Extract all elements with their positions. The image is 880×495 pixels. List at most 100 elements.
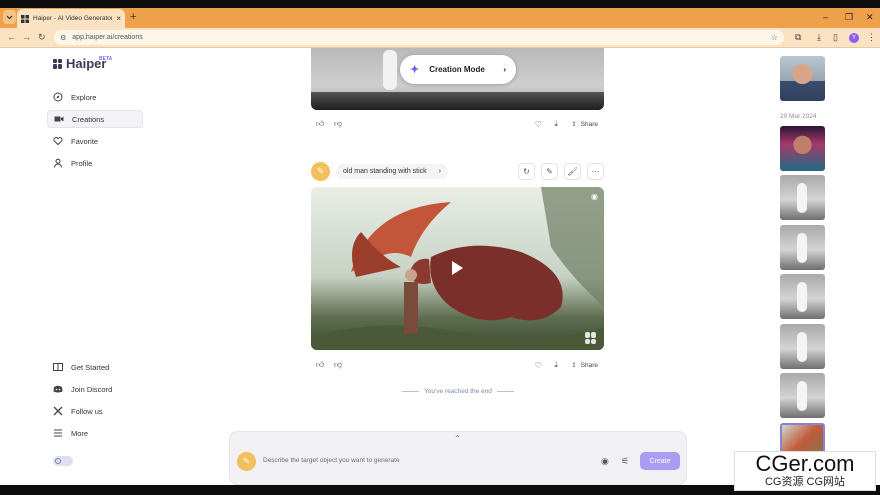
creation-mode-label: Creation Mode xyxy=(429,65,485,74)
back-icon[interactable]: ← xyxy=(7,31,16,44)
forward-icon[interactable]: → xyxy=(22,31,31,44)
sidebar-item-join-discord[interactable]: Join Discord xyxy=(47,380,143,398)
sidebar-item-label: Profile xyxy=(71,158,93,168)
prompt-pill[interactable]: old man standing with stick › xyxy=(336,164,448,179)
history-thumb[interactable] xyxy=(780,373,825,418)
thumbs-up-icon[interactable]: 👍︎ xyxy=(311,116,329,132)
history-thumb[interactable] xyxy=(780,175,825,220)
history-date: 20 Mar 2024 xyxy=(780,113,817,120)
share-icon: ⇪ xyxy=(571,362,577,369)
sidebar-item-label: Join Discord xyxy=(71,384,113,394)
sidebar-item-label: More xyxy=(71,428,89,438)
beta-badge: BETA xyxy=(99,56,113,62)
visibility-icon[interactable]: ◉ xyxy=(591,192,598,201)
sidebar-item-favorite[interactable]: Favorite xyxy=(47,132,143,150)
history-thumb[interactable] xyxy=(780,126,825,171)
settings-sliders-icon[interactable]: ⚟ xyxy=(621,456,629,467)
sidebar-item-explore[interactable]: Explore xyxy=(47,88,143,106)
download-video-icon[interactable]: ⤓ xyxy=(547,116,565,132)
haiper-favicon-icon xyxy=(21,14,29,23)
side-panel-icon[interactable]: ▯ xyxy=(833,31,838,44)
browser-tab-strip: Haiper - AI Video Generator × + – ❐ ✕ xyxy=(0,8,880,28)
history-thumb[interactable] xyxy=(780,56,825,101)
favorite-heart-icon[interactable]: ♡ xyxy=(529,116,547,132)
user-icon xyxy=(54,158,62,168)
thumbs-down-icon[interactable]: 👎︎ xyxy=(329,357,347,373)
download-icon[interactable]: ⤓ xyxy=(817,31,821,44)
brush-icon[interactable]: 🖌︎ xyxy=(564,163,581,180)
sidebar-item-label: Get Started xyxy=(71,362,110,372)
share-icon: ⇪ xyxy=(571,121,577,128)
chevron-up-icon[interactable]: ⌃ xyxy=(454,434,461,443)
play-icon[interactable] xyxy=(452,261,463,275)
creation-prompt-row: ✎ old man standing with stick › ↻ ✎ 🖌︎ ⋯ xyxy=(311,161,604,182)
sidebar-item-label: Creations xyxy=(72,114,105,124)
x-logo-icon xyxy=(53,406,63,416)
edit-icon[interactable]: ✎ xyxy=(541,163,558,180)
watermark-site: CGer.com xyxy=(755,451,855,476)
video-actions-1: 👍︎ 👎︎ ♡ ⤓ ⇪ Share xyxy=(311,116,604,132)
sidebar-item-label: Follow us xyxy=(71,406,103,416)
browser-menu-icon[interactable]: ⋮ xyxy=(867,31,876,44)
more-options-icon[interactable]: ⋯ xyxy=(587,163,604,180)
sidebar-item-more[interactable]: More xyxy=(47,424,143,442)
book-icon xyxy=(53,363,63,371)
haiper-watermark-icon xyxy=(585,332,597,344)
tab-close-icon[interactable]: × xyxy=(116,14,121,23)
video-icon xyxy=(54,116,64,122)
new-tab-button[interactable]: + xyxy=(130,11,136,23)
site-info-icon[interactable]: ⚙ xyxy=(60,34,66,42)
history-thumb[interactable] xyxy=(780,274,825,319)
theme-toggle[interactable] xyxy=(53,456,73,466)
pencil-icon: ✎ xyxy=(237,452,256,471)
create-button[interactable]: Create xyxy=(640,452,680,470)
share-button[interactable]: ⇪ Share xyxy=(565,120,604,129)
sparkle-icon: ✦ xyxy=(410,64,420,76)
thumbs-down-icon[interactable]: 👎︎ xyxy=(329,116,347,132)
address-bar[interactable]: ⚙ app.haiper.ai/creations ☆ xyxy=(54,30,784,45)
preview-eye-icon[interactable]: ◉ xyxy=(601,456,609,467)
restore-icon[interactable]: ❐ xyxy=(845,11,853,23)
creation-mode-button[interactable]: ✦ Creation Mode › xyxy=(400,55,516,84)
stage-floor xyxy=(311,92,604,110)
bookmark-star-icon[interactable]: ☆ xyxy=(771,33,778,42)
compass-icon xyxy=(53,92,63,102)
dragon-video[interactable]: ◉ xyxy=(311,187,604,350)
history-thumb[interactable] xyxy=(780,324,825,369)
extensions-icon[interactable]: ⧉ xyxy=(795,31,801,44)
menu-icon xyxy=(54,429,62,437)
browser-toolbar: ← → ↻ ⚙ app.haiper.ai/creations ☆ ⧉ ⤓ ▯ … xyxy=(0,28,880,48)
download-video-icon[interactable]: ⤓ xyxy=(547,357,565,373)
sidebar-item-profile[interactable]: Profile xyxy=(47,154,143,172)
sidebar-item-creations[interactable]: Creations xyxy=(47,110,143,128)
share-button[interactable]: ⇪ Share xyxy=(565,361,604,370)
end-of-feed: You've reached the end xyxy=(402,388,514,395)
favorite-heart-icon[interactable]: ♡ xyxy=(529,357,547,373)
app-page: Haiper BETA Explore Creations Favorite P… xyxy=(0,48,880,485)
tab-title: Haiper - AI Video Generator xyxy=(33,15,113,22)
tab-search-icon[interactable] xyxy=(3,10,16,24)
prompt-composer: ⌃ ✎ Describe the target object you want … xyxy=(229,431,687,485)
sidebar-item-follow-us[interactable]: Follow us xyxy=(47,402,143,420)
history-thumb[interactable] xyxy=(780,225,825,270)
reload-icon[interactable]: ↻ xyxy=(38,31,46,44)
pencil-icon: ✎ xyxy=(311,162,330,181)
haiper-logo-icon xyxy=(53,58,63,69)
chevron-right-icon: › xyxy=(438,168,441,175)
sidebar-item-get-started[interactable]: Get Started xyxy=(47,358,143,376)
prompt-input[interactable]: Describe the target object you want to g… xyxy=(263,457,400,464)
screen-top-edge xyxy=(0,0,880,8)
thumbs-up-icon[interactable]: 👍︎ xyxy=(311,357,329,373)
chevron-right-icon: › xyxy=(503,65,506,74)
profile-avatar[interactable]: Y xyxy=(849,33,859,43)
url-text[interactable]: app.haiper.ai/creations xyxy=(72,34,765,41)
watermark-sub: CG资源 CG网站 xyxy=(764,476,846,488)
close-window-icon[interactable]: ✕ xyxy=(866,11,874,23)
discord-icon xyxy=(53,385,63,393)
minimize-icon[interactable]: – xyxy=(823,11,828,23)
regenerate-icon[interactable]: ↻ xyxy=(518,163,535,180)
site-watermark: CGer.com CG资源 CG网站 xyxy=(734,451,876,491)
prompt-text: old man standing with stick xyxy=(343,168,427,175)
video-actions-2: 👍︎ 👎︎ ♡ ⤓ ⇪ Share xyxy=(311,357,604,373)
browser-tab[interactable]: Haiper - AI Video Generator × xyxy=(17,9,125,28)
